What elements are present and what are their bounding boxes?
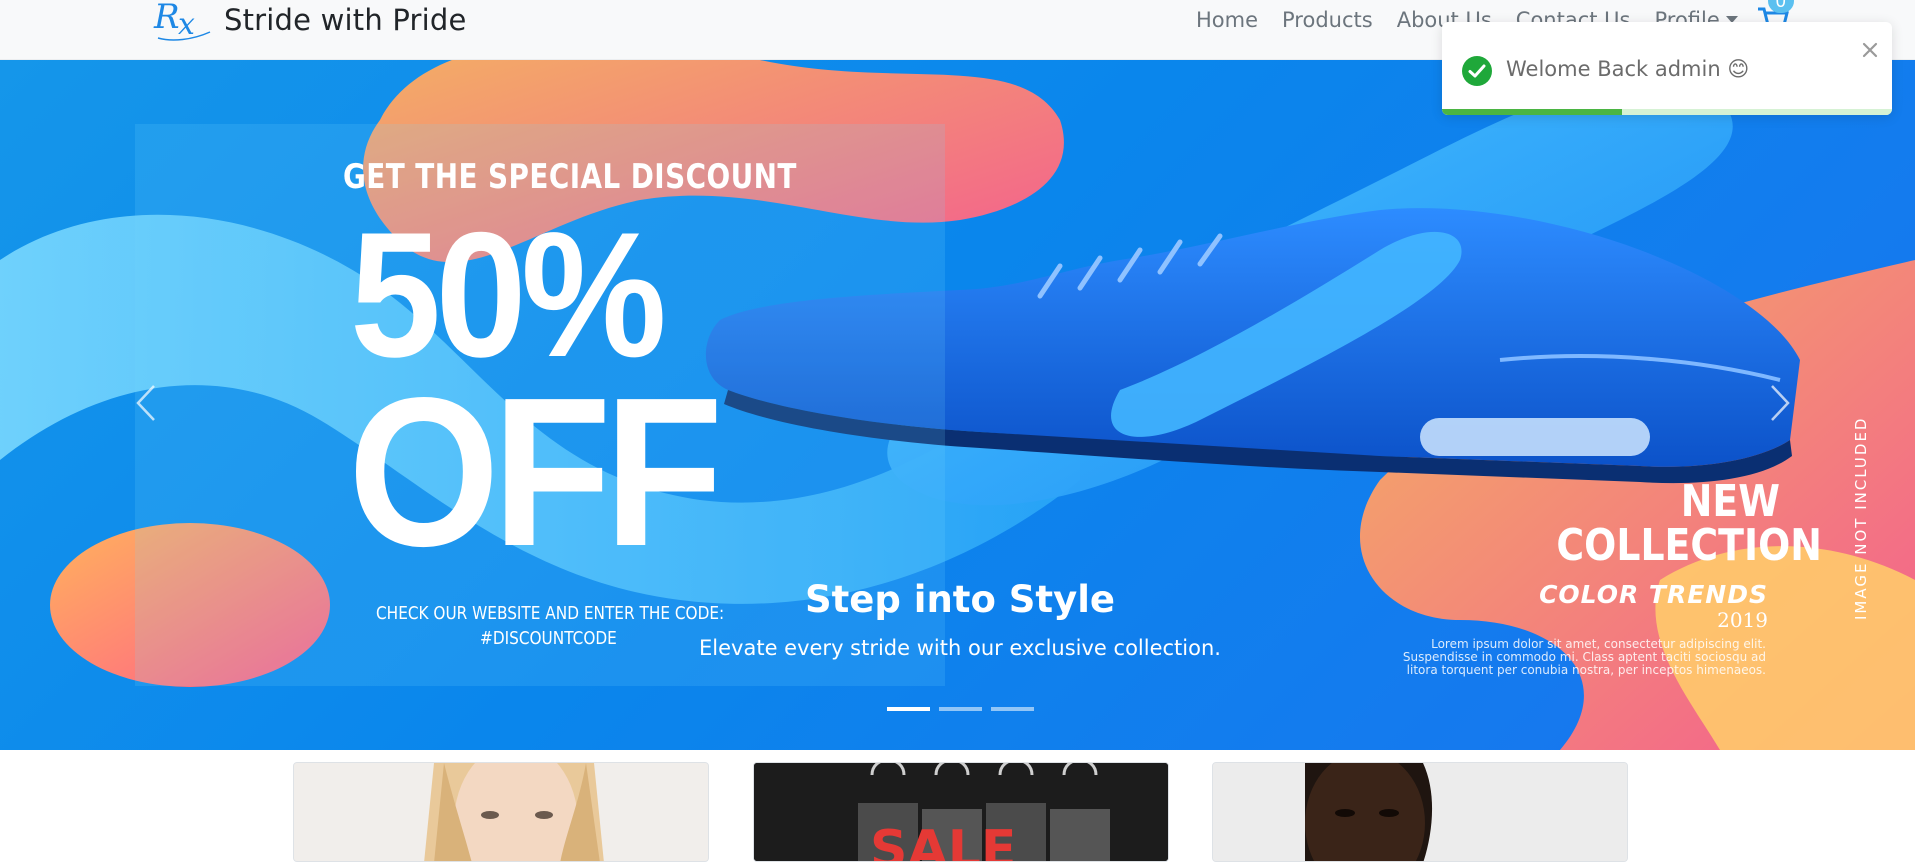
man-portrait-image (1213, 763, 1627, 861)
sale-text: SALE (870, 820, 1016, 862)
chevron-left-icon (136, 385, 155, 421)
brand-name: Stride with Pride (224, 3, 467, 37)
nav-products[interactable]: Products (1282, 8, 1373, 32)
caption-text: Elevate every stride with our exclusive … (699, 636, 1221, 660)
close-icon[interactable] (1860, 40, 1880, 60)
category-card[interactable]: SALE (753, 762, 1169, 862)
carousel-indicator[interactable] (990, 707, 1034, 711)
carousel-indicators (0, 707, 1915, 711)
welcome-toast: Welome Back admin 😊 (1442, 22, 1892, 115)
caption-title: Step into Style (804, 578, 1116, 621)
woman-portrait-image (294, 763, 708, 861)
nav-home[interactable]: Home (1196, 8, 1258, 32)
check-circle-icon (1462, 56, 1492, 86)
brand[interactable]: R x Stride with Pride (152, 0, 467, 42)
svg-text:x: x (178, 7, 195, 42)
carousel-caption: Step into Style Elevate every stride wit… (0, 578, 1915, 660)
toast-progress-bar (1442, 109, 1622, 115)
new-line-2: COLLECTION (1556, 520, 1822, 571)
carousel-indicator[interactable] (886, 707, 930, 711)
chevron-right-icon (1771, 385, 1790, 421)
toast-message: Welome Back admin 😊 (1506, 57, 1750, 81)
category-card[interactable] (1212, 762, 1628, 862)
carousel-indicator[interactable] (938, 707, 982, 711)
new-line-1: NEW (1680, 476, 1780, 527)
hero-carousel: GET THE SPECIAL DISCOUNT 50% OFF CHECK O… (0, 60, 1915, 750)
promo-kicker: GET THE SPECIAL DISCOUNT (343, 157, 797, 197)
category-card[interactable] (293, 762, 709, 862)
new-collection-title: NEW COLLECTION (1556, 476, 1822, 571)
sale-bags-image: SALE (754, 763, 1168, 862)
carousel-next-button[interactable] (1760, 378, 1800, 428)
carousel-prev-button[interactable] (126, 378, 166, 428)
promo-off: OFF (348, 353, 723, 590)
brand-logo-icon: R x (153, 0, 211, 42)
svg-text:R: R (153, 0, 180, 37)
